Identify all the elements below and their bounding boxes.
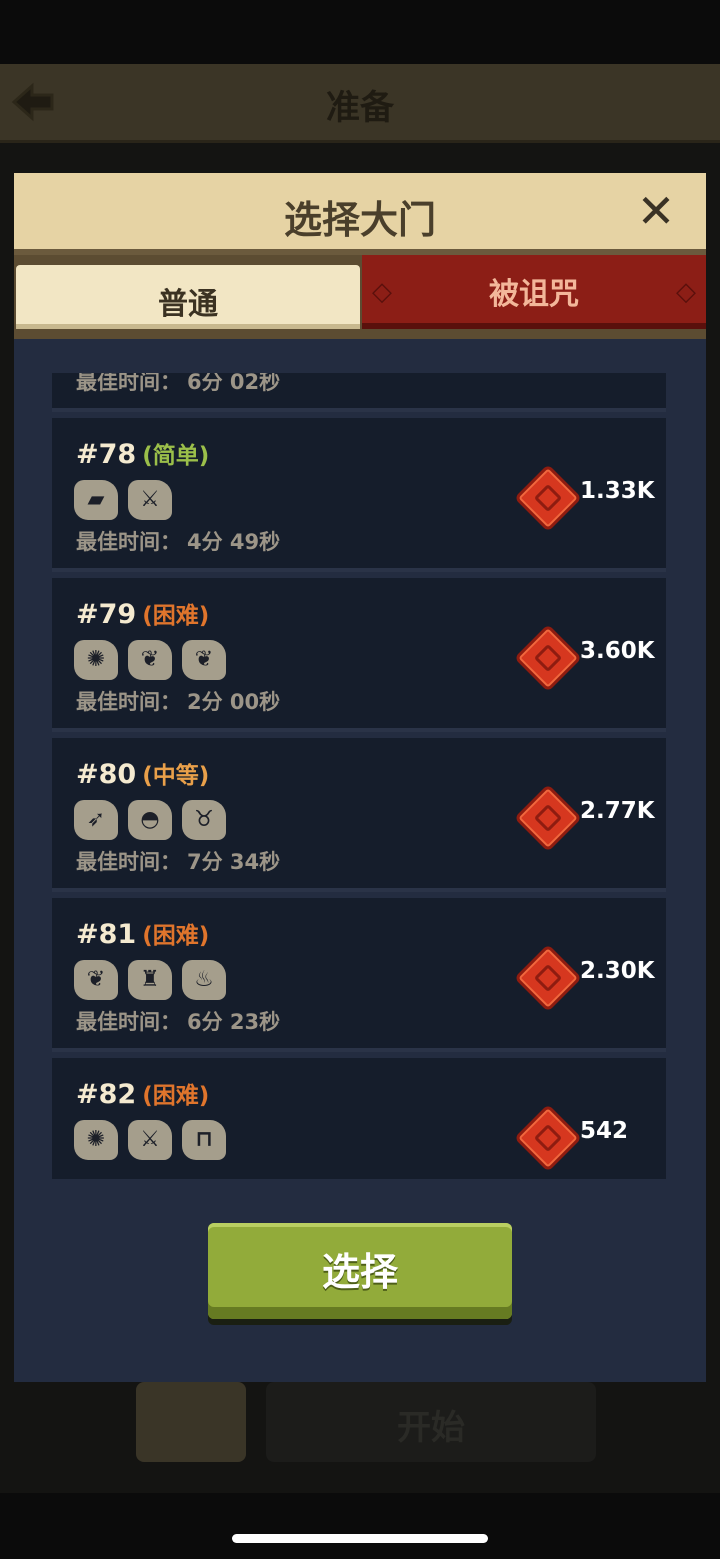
close-icon[interactable]: ✕ bbox=[632, 187, 680, 235]
difficulty-label: (困难) bbox=[142, 923, 210, 949]
gate-row[interactable]: #80 (中等) ➶ ◓ ♉ 最佳时间： 7分 34秒 2.77K bbox=[52, 738, 666, 892]
horned-icon: ♉ bbox=[182, 800, 226, 840]
select-button-label: 选择 bbox=[321, 1250, 398, 1294]
best-time-value: 6分 23秒 bbox=[187, 1010, 281, 1034]
gate-number: #80 (中等) bbox=[76, 756, 209, 790]
tower-icon: ♜ bbox=[128, 960, 172, 1000]
best-time-label: 最佳时间： bbox=[76, 1010, 181, 1034]
best-time-label: 最佳时间： bbox=[76, 530, 181, 554]
gate-number: #81 (困难) bbox=[76, 916, 209, 950]
gate-number-text: #81 bbox=[76, 919, 137, 950]
gate-row[interactable]: ✸◓♜最佳时间：6分 02秒501 bbox=[52, 373, 666, 412]
best-time-value: 2分 00秒 bbox=[187, 690, 281, 714]
gate-number-text: #78 bbox=[76, 439, 137, 470]
burst-icon: ✺ bbox=[74, 1120, 118, 1160]
broken-tower-icon: ▰ bbox=[74, 480, 118, 520]
gem-icon bbox=[514, 784, 582, 852]
gate-icon: ⊓ bbox=[182, 1120, 226, 1160]
best-time: 最佳时间： 6分 23秒 bbox=[76, 1006, 280, 1036]
best-time-value: 6分 02秒 bbox=[187, 373, 281, 394]
fire-icon: ♨ bbox=[182, 960, 226, 1000]
gem-icon bbox=[514, 464, 582, 532]
tab-cursed[interactable]: ◇ 被诅咒 ◇ bbox=[362, 255, 706, 329]
gate-number-text: #80 bbox=[76, 759, 137, 790]
sword-icon: ⚔ bbox=[128, 1120, 172, 1160]
start-button[interactable]: 开始 bbox=[266, 1382, 596, 1462]
gate-number-text: #82 bbox=[76, 1079, 137, 1110]
best-time-value: 4分 49秒 bbox=[187, 530, 281, 554]
start-label: 开始 bbox=[397, 1408, 465, 1448]
gate-select-modal: 选择大门 ✕ 普通 ◇ 被诅咒 ◇ ✸◓♜最佳时间：6分 02秒501#78(简… bbox=[14, 173, 706, 1382]
difficulty-label: (困难) bbox=[142, 603, 210, 629]
best-time-label: 最佳时间： bbox=[76, 373, 181, 394]
modifier-icons: ▰ ⚔ bbox=[74, 480, 182, 524]
turtle-icon: ◓ bbox=[128, 800, 172, 840]
screen-title: 准备 bbox=[326, 88, 394, 128]
best-time-label: 最佳时间： bbox=[76, 850, 181, 874]
best-time-value: 7分 34秒 bbox=[187, 850, 281, 874]
ornament-icon: ◇ bbox=[676, 277, 696, 307]
rabbit-icon: ❦ bbox=[128, 640, 172, 680]
sword-icon: ⚔ bbox=[128, 480, 172, 520]
gate-number: #79 (困难) bbox=[76, 596, 209, 630]
gem-reward: 2.30K bbox=[580, 958, 655, 984]
gem-reward: 542 bbox=[580, 1118, 629, 1144]
burst-icon: ✺ bbox=[74, 640, 118, 680]
gate-number: #78 (简单) bbox=[76, 436, 209, 470]
best-time: 最佳时间： 7分 34秒 bbox=[76, 846, 280, 876]
gem-reward: 3.60K bbox=[580, 638, 655, 664]
select-button[interactable]: 选择 bbox=[208, 1223, 512, 1319]
best-time: 最佳时间： 2分 00秒 bbox=[76, 686, 280, 716]
tab-normal[interactable]: 普通 bbox=[16, 265, 360, 329]
gate-number: #82 (困难) bbox=[76, 1076, 209, 1110]
best-time: 最佳时间： 4分 49秒 bbox=[76, 526, 280, 556]
gate-row[interactable]: #82 (困难) ✺ ⚔ ⊓ 542 bbox=[52, 1058, 666, 1179]
gate-list[interactable]: ✸◓♜最佳时间：6分 02秒501#78(简单)▰⚔最佳时间：4分 49秒1.3… bbox=[42, 373, 676, 1179]
gate-row[interactable]: #81 (困难) ❦ ♜ ♨ 最佳时间： 6分 23秒 2.30K bbox=[52, 898, 666, 1052]
modal-title: 选择大门 bbox=[283, 198, 436, 242]
difficulty-label: (中等) bbox=[142, 763, 210, 789]
rabbit-icon: ❦ bbox=[182, 640, 226, 680]
difficulty-label: (简单) bbox=[142, 443, 210, 469]
modifier-icons: ✺ ⚔ ⊓ bbox=[74, 1120, 236, 1164]
difficulty-label: (困难) bbox=[142, 1083, 210, 1109]
wing-icon: ➶ bbox=[74, 800, 118, 840]
modal-header: 选择大门 ✕ bbox=[14, 173, 706, 255]
best-time: 最佳时间： 6分 02秒 bbox=[76, 373, 280, 396]
gem-icon bbox=[514, 944, 582, 1012]
tab-bar: 普通 ◇ 被诅咒 ◇ bbox=[14, 255, 706, 339]
tab-cursed-label: 被诅咒 bbox=[489, 277, 579, 312]
tab-normal-label: 普通 bbox=[158, 287, 218, 322]
modifier-icons: ❦ ♜ ♨ bbox=[74, 960, 236, 1004]
gem-icon bbox=[514, 1104, 582, 1172]
home-indicator bbox=[232, 1534, 488, 1543]
gem-icon bbox=[514, 624, 582, 692]
rabbit-icon: ❦ bbox=[74, 960, 118, 1000]
dice-button[interactable] bbox=[136, 1382, 246, 1462]
gate-row[interactable]: #78 (简单) ▰ ⚔ 最佳时间： 4分 49秒 1.33K bbox=[52, 418, 666, 572]
gem-reward: 1.33K bbox=[580, 478, 655, 504]
modifier-icons: ➶ ◓ ♉ bbox=[74, 800, 236, 844]
gem-reward: 2.77K bbox=[580, 798, 655, 824]
modifier-icons: ✺ ❦ ❦ bbox=[74, 640, 236, 684]
gate-number-text: #79 bbox=[76, 599, 137, 630]
best-time-label: 最佳时间： bbox=[76, 690, 181, 714]
gate-row[interactable]: #79 (困难) ✺ ❦ ❦ 最佳时间： 2分 00秒 3.60K bbox=[52, 578, 666, 732]
